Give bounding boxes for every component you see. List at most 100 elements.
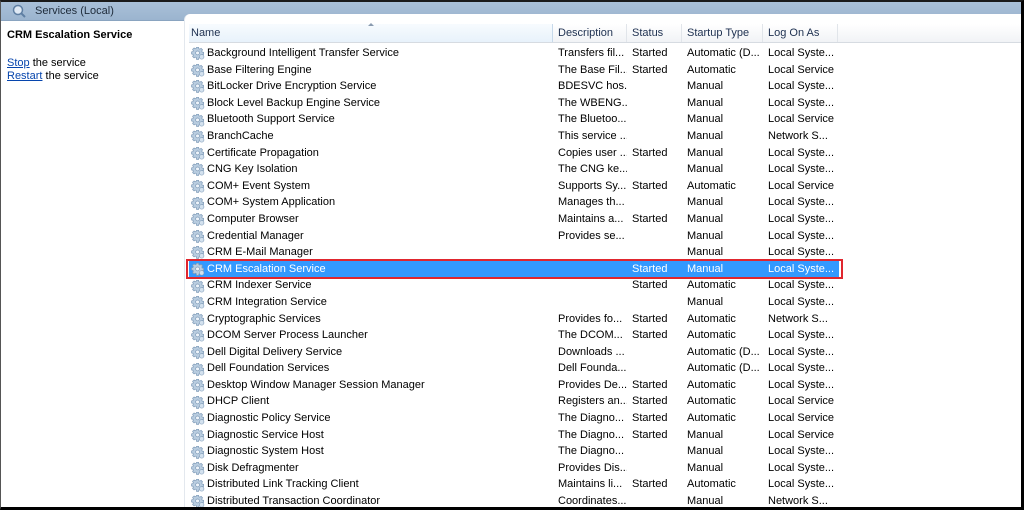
service-startup-type: Automatic (D... [687,362,760,375]
service-row[interactable]: Distributed Transaction Coordinator Coor… [189,493,1021,508]
service-startup-type: Manual [687,96,724,109]
service-log-on-as: Local Service [768,412,835,425]
service-description: Provides De... [558,378,627,391]
service-row[interactable]: BitLocker Drive Encryption Service BDESV… [189,78,1021,95]
service-row[interactable]: Credential Manager Provides se... Manual… [189,228,1021,245]
gear-icon [191,262,205,276]
service-log-on-as: Local Service [768,63,835,76]
service-name-cell: Certificate Propagation [189,145,553,162]
service-name: Dell Digital Delivery Service [207,345,343,358]
service-row[interactable]: Diagnostic Service Host The Diagno... St… [189,427,1021,444]
service-startup-type: Automatic [687,312,736,325]
service-startup-type: Automatic [687,395,736,408]
service-log-on-as: Network S... [768,312,828,325]
service-row[interactable]: Certificate Propagation Copies user ... … [189,145,1021,162]
service-name: Certificate Propagation [207,146,319,159]
gear-icon [191,229,205,243]
service-name: CRM E-Mail Manager [207,246,313,259]
service-name: Cryptographic Services [207,312,321,325]
service-row[interactable]: Block Level Backup Engine Service The WB… [189,95,1021,112]
service-startup-type: Automatic (D... [687,345,760,358]
gear-icon [191,395,205,409]
service-row[interactable]: DHCP Client Registers an... Started Auto… [189,393,1021,410]
service-name-cell: Base Filtering Engine [189,62,553,79]
service-row[interactable]: Computer Browser Maintains a... Started … [189,211,1021,228]
service-row[interactable]: COM+ Event System Supports Sy... Started… [189,178,1021,195]
service-status: Started [632,329,668,342]
column-header-name[interactable]: Name [189,23,553,42]
gear-icon [191,130,205,144]
service-name-cell: COM+ System Application [189,194,553,211]
service-name-cell: Dell Foundation Services [189,360,553,377]
service-name-cell: Cryptographic Services [189,311,553,328]
service-name-cell: Distributed Link Tracking Client [189,476,553,493]
service-startup-type: Automatic (D... [687,47,760,59]
service-status [627,344,682,361]
service-row[interactable]: BranchCache This service ... Manual Netw… [189,128,1021,145]
service-row[interactable]: Diagnostic Policy Service The Diagno... … [189,410,1021,427]
service-row[interactable]: DCOM Server Process Launcher The DCOM...… [189,327,1021,344]
service-row[interactable]: CRM Integration Service Manual Local Sys… [189,294,1021,311]
column-header-description[interactable]: Description [553,24,627,42]
service-row[interactable]: CNG Key Isolation The CNG ke... Manual L… [189,161,1021,178]
gear-icon [191,279,205,293]
column-header-startup-type[interactable]: Startup Type [682,24,763,42]
gear-icon [191,196,205,210]
service-description: Provides se... [558,229,625,242]
service-row[interactable]: Base Filtering Engine The Base Fil... St… [189,62,1021,79]
service-row[interactable]: CRM Indexer Service Started Automatic Lo… [189,277,1021,294]
service-startup-type: Automatic [687,179,736,192]
service-row[interactable]: Distributed Link Tracking Client Maintai… [189,476,1021,493]
service-status: Started [632,312,668,325]
service-description [553,277,627,294]
service-log-on-as: Local Syste... [768,461,835,474]
service-description: The Diagno... [558,428,625,441]
service-row[interactable]: Diagnostic System Host The Diagno... Man… [189,443,1021,460]
service-status [627,493,682,507]
service-description: Transfers fil... [558,47,625,59]
service-row[interactable]: Dell Digital Delivery Service Downloads … [189,344,1021,361]
gear-icon [191,495,205,507]
service-status [627,443,682,460]
service-description: The Diagno... [558,445,625,458]
stop-service-link[interactable]: Stop [7,57,30,69]
column-header-log-on-as[interactable]: Log On As [763,24,838,42]
service-row[interactable]: Dell Foundation Services Dell Founda... … [189,360,1021,377]
stop-action-text: the service [29,57,86,69]
service-status: Started [632,47,668,59]
service-description: Coordinates... [558,495,627,508]
service-startup-type: Manual [687,113,724,126]
services-window: Services (Local) CRM Escalation Service … [0,0,1024,510]
service-row[interactable]: CRM E-Mail Manager Manual Local Syste... [189,244,1021,261]
service-description: Maintains li... [558,478,623,491]
service-row[interactable]: Desktop Window Manager Session Manager P… [189,377,1021,394]
service-row[interactable]: Disk Defragmenter Provides Dis... Manual… [189,460,1021,477]
service-row[interactable]: Background Intelligent Transfer Service … [189,45,1021,62]
service-startup-type: Manual [687,80,724,93]
service-description [553,244,627,261]
service-status: Started [632,478,668,491]
service-log-on-as: Local Syste... [768,96,835,109]
service-startup-type: Automatic [687,378,736,391]
column-header-status[interactable]: Status [627,24,682,42]
service-name: CRM Indexer Service [207,279,312,292]
service-name: Background Intelligent Transfer Service [207,47,399,59]
service-status: Started [632,146,668,159]
service-name-cell: Computer Browser [189,211,553,228]
service-name: Diagnostic System Host [207,445,324,458]
service-description: Maintains a... [558,212,624,225]
gear-icon [191,80,205,94]
service-name: CRM Escalation Service [207,262,326,275]
service-row-selected[interactable]: CRM Escalation Service Started Manual Lo… [186,258,843,279]
service-description: The Base Fil... [558,63,627,76]
service-startup-type: Automatic [687,279,736,292]
service-row[interactable]: COM+ System Application Manages th... Ma… [189,194,1021,211]
restart-service-link[interactable]: Restart [7,70,42,82]
service-row[interactable]: Cryptographic Services Provides fo... St… [189,311,1021,328]
service-startup-type: Manual [687,461,724,474]
service-name-cell: BitLocker Drive Encryption Service [189,78,553,95]
service-name-cell: CRM Integration Service [189,294,553,311]
service-description: The WBENG... [558,96,627,109]
service-row[interactable]: Bluetooth Support Service The Bluetoo...… [189,111,1021,128]
service-status [627,228,682,245]
